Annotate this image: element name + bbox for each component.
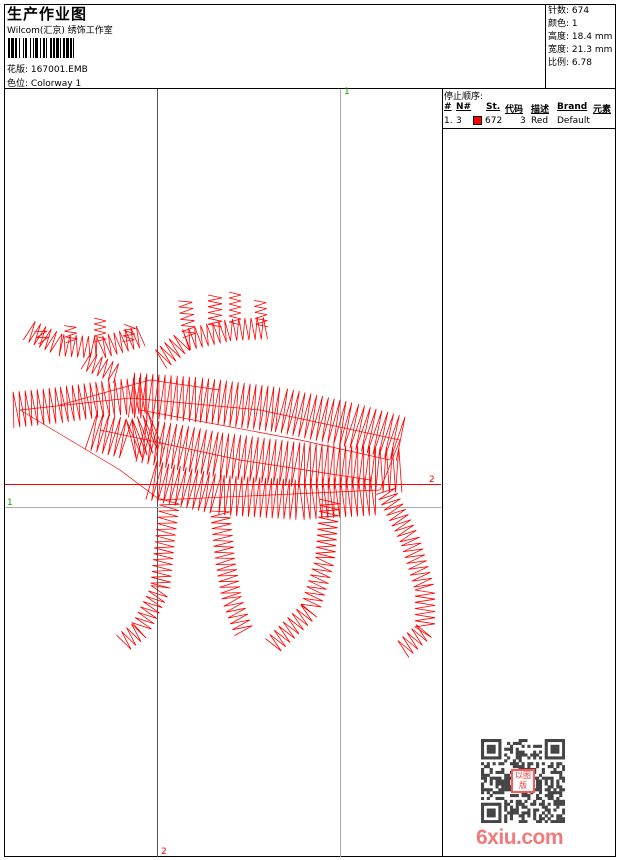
guide-label-v2: 2 (161, 847, 167, 857)
stitch-segment (207, 294, 223, 328)
guide-label-v1: 1 (344, 87, 350, 97)
stitch-segment (80, 351, 119, 384)
moose-embroidery (12, 291, 436, 658)
stitch-segment (253, 300, 268, 327)
guide-label-h1: 1 (7, 498, 13, 508)
stitch-segment (209, 510, 253, 636)
guide-label-h2: 2 (429, 475, 435, 485)
stitch-segment (116, 498, 180, 650)
seal-stamp: 以图版 (511, 769, 535, 793)
stitch-segment (178, 300, 197, 339)
stitch-segment (93, 317, 107, 343)
stitch-segment (22, 321, 146, 359)
watermark-logo: 6xiu.com (476, 826, 564, 849)
stitch-segment (375, 487, 436, 658)
stitch-segment (265, 498, 340, 652)
design-canvas (5, 89, 441, 857)
stitch-segment (145, 460, 377, 520)
